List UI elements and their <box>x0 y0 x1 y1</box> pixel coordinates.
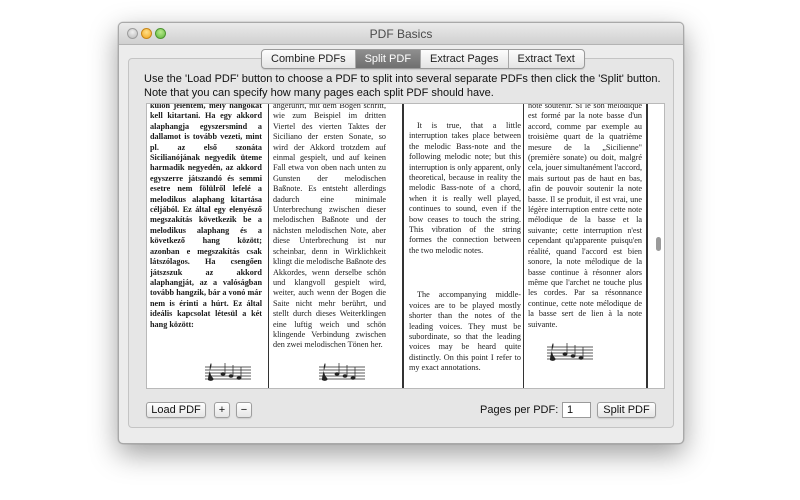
load-pdf-button[interactable]: Load PDF <box>146 402 206 418</box>
title-bar: PDF Basics <box>119 23 683 45</box>
pdf-column-german: angeführt, mit dem Bogen schritt, wie zu… <box>273 103 386 388</box>
pdf-preview[interactable]: külön jelentem, mely hangokat kell kitar… <box>146 103 665 389</box>
remove-button[interactable]: − <box>236 402 252 418</box>
pdf-column-english: It is true, that a little interruption t… <box>409 121 521 388</box>
pdf-text-french: note soutenir. Si le son mélodique est f… <box>528 103 642 329</box>
pages-per-pdf-label: Pages per PDF: <box>480 404 559 416</box>
instructions-text: Use the 'Load PDF' button to choose a PD… <box>144 73 661 99</box>
pdf-text-english-2: The accompanying middle-voices are to be… <box>409 290 521 373</box>
preview-scrollbar[interactable] <box>656 237 661 251</box>
split-pdf-button[interactable]: Split PDF <box>597 402 656 418</box>
tab-bar: Combine PDFs Split PDF Extract Pages Ext… <box>261 49 585 69</box>
window-title: PDF Basics <box>369 27 433 41</box>
column-divider <box>268 104 269 388</box>
tab-extract-pages[interactable]: Extract Pages <box>421 50 509 68</box>
tab-combine-pdfs[interactable]: Combine PDFs <box>262 50 356 68</box>
music-notation-image <box>547 343 593 361</box>
column-divider <box>646 104 648 388</box>
pdf-text-english-1: It is true, that a little interruption t… <box>409 121 521 255</box>
app-window: PDF Basics Combine PDFs Split PDF Extrac… <box>118 22 684 444</box>
tab-extract-text[interactable]: Extract Text <box>509 50 584 68</box>
pdf-text-german: angeführt, mit dem Bogen schritt, wie zu… <box>273 103 386 350</box>
column-divider <box>523 104 524 388</box>
pdf-text-hungarian: külön jelentem, mely hangokat kell kitar… <box>150 103 262 329</box>
music-notation-image <box>319 363 365 381</box>
pdf-column-hungarian: külön jelentem, mely hangokat kell kitar… <box>150 103 262 388</box>
pages-per-pdf-field[interactable]: 1 <box>562 402 591 418</box>
music-notation-image <box>205 363 251 381</box>
add-button[interactable]: + <box>214 402 230 418</box>
tab-split-pdf[interactable]: Split PDF <box>355 50 422 68</box>
column-divider <box>402 104 404 388</box>
